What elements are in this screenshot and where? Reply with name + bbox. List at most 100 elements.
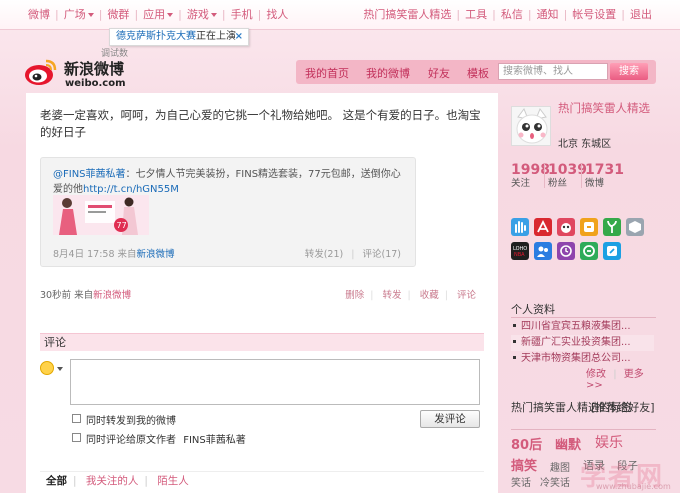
post-source-link[interactable]: 新浪微博 xyxy=(93,290,131,301)
send-comment-button[interactable]: 发评论 xyxy=(420,410,480,428)
logo-url: weibo.com xyxy=(65,78,126,89)
tab-my-home[interactable]: 我的首页 xyxy=(305,65,349,81)
recommend-to-friends-link[interactable]: [推荐给好友] xyxy=(591,401,655,414)
search-button[interactable]: 搜索 xyxy=(610,63,648,80)
repost-short-link[interactable]: http://t.cn/hGN55M xyxy=(83,184,179,195)
chevron-down-icon xyxy=(210,13,217,17)
info-item[interactable]: 四川省宜宾五粮液集团... xyxy=(511,319,654,335)
repost-text: @FINS菲茜私著：七夕情人节完美装扮，FINS精选套装，77元包邮，送倒你心爱… xyxy=(53,167,409,197)
nav-tools[interactable]: 工具 xyxy=(461,9,491,21)
weibo-label: 微博 xyxy=(585,178,605,189)
repost-thumbnail[interactable]: 77 xyxy=(53,195,149,235)
comment-textarea[interactable] xyxy=(70,359,480,405)
repost-from: 来自 xyxy=(117,249,137,260)
adobe-icon[interactable] xyxy=(534,218,552,236)
nav-account-settings[interactable]: 帐号设置 xyxy=(568,9,620,21)
repost-author-link[interactable]: @FINS菲茜私著 xyxy=(53,169,126,180)
tag-fun-pics[interactable]: 趣图 xyxy=(550,459,570,474)
tab-friends[interactable]: 好友 xyxy=(428,65,450,81)
repost-source-link[interactable]: 新浪微博 xyxy=(137,249,175,260)
comment-to-author-label: 同时评论给原文作者 FINS菲茜私著 xyxy=(86,431,246,446)
tag-80s[interactable]: 80后 xyxy=(511,434,542,453)
tag-entertainment[interactable]: 娱乐 xyxy=(595,432,623,452)
nav-weibo[interactable]: 微博 xyxy=(24,9,54,21)
nav-mobile[interactable]: 手机 xyxy=(227,9,257,21)
tag-cold-joke[interactable]: 冷笑话 xyxy=(540,474,570,489)
people-icon[interactable] xyxy=(534,242,552,260)
comment-to-author-text: 同时评论给原文作者 xyxy=(86,435,176,446)
logo-name: 新浪微博 xyxy=(64,60,125,78)
close-icon[interactable]: × xyxy=(235,29,243,45)
repost-date: 8月4日 17:58 xyxy=(53,249,115,260)
monster-icon[interactable] xyxy=(557,218,575,236)
forward-link[interactable]: 转发 xyxy=(382,290,401,301)
chevron-down-icon xyxy=(87,13,94,17)
cube-icon[interactable] xyxy=(626,218,644,236)
edit-profile-link[interactable]: 修改 xyxy=(586,369,606,380)
filter-following[interactable]: 我关注的人 xyxy=(80,475,145,487)
section-divider xyxy=(511,429,656,430)
info-item-text: 四川省宜宾五粮液集团... xyxy=(521,321,631,332)
nav-messages[interactable]: 私信 xyxy=(497,9,527,21)
repost-comment-link[interactable]: 评论(17) xyxy=(362,249,401,260)
filter-strangers[interactable]: 陌生人 xyxy=(151,475,195,487)
weibo-count[interactable]: 1731 微博 xyxy=(585,162,624,190)
profile-info-title: 个人资料 xyxy=(511,303,555,316)
post-time: 30秒前 xyxy=(40,290,72,301)
stat-divider xyxy=(544,164,545,188)
comment-to-author-checkbox[interactable] xyxy=(72,433,81,442)
comment-link[interactable]: 评论 xyxy=(457,290,476,301)
search-input[interactable]: 搜索微博、找人 xyxy=(498,63,608,80)
svg-text:NBA: NBA xyxy=(514,252,525,258)
handprint-icon[interactable] xyxy=(511,218,529,236)
post-meta: 30秒前 来自新浪微博 xyxy=(40,287,131,301)
nav-games-label: 游戏 xyxy=(186,8,209,21)
svg-text:77: 77 xyxy=(117,221,127,230)
action-divider: | xyxy=(407,290,411,301)
game-notice-link[interactable]: 德克萨斯扑克大赛 xyxy=(116,31,196,42)
clock-icon[interactable] xyxy=(557,242,575,260)
avatar[interactable] xyxy=(511,106,551,146)
nav-games[interactable]: 游戏 xyxy=(183,9,221,21)
main-content-panel: 老婆一定喜欢，呵呵，为自己心爱的它挑一个礼物给她吧。 这是个有爱的日子。也淘宝的… xyxy=(26,93,498,493)
favorite-link[interactable]: 收藏 xyxy=(420,290,439,301)
nav-username[interactable]: 热门搞笑雷人精选 xyxy=(359,9,455,21)
tab-templates[interactable]: 模板 xyxy=(467,65,489,81)
comment-section-header: 评论 xyxy=(40,333,484,351)
tag-funny[interactable]: 搞笑 xyxy=(511,455,537,474)
info-more-links: 修改 | 更多>> xyxy=(586,365,656,391)
chevron-down-icon xyxy=(167,13,174,17)
sticker-icon[interactable] xyxy=(580,218,598,236)
delete-link[interactable]: 删除 xyxy=(345,290,364,301)
repost-to-my-weibo-label: 同时转发到我的微博 xyxy=(86,416,176,427)
comment-filter-bar: 全部 | 我关注的人 | 陌生人 xyxy=(40,471,484,491)
original-author-name: FINS菲茜私著 xyxy=(183,435,246,446)
nba-icon[interactable]: LOHO NBA xyxy=(511,242,529,260)
profile-location: 北京 东城区 xyxy=(558,139,612,150)
info-item-text: 新疆广汇实业投资集团... xyxy=(521,337,631,348)
chevron-down-icon[interactable] xyxy=(57,367,63,371)
repost-forward-link[interactable]: 转发(21) xyxy=(305,249,344,260)
game-notice-tooltip: 德克萨斯扑克大赛正在上演 × xyxy=(109,28,249,46)
nav-apps[interactable]: 应用 xyxy=(139,9,177,21)
weibo-logo[interactable]: 新浪微博 weibo.com xyxy=(24,56,134,92)
nav-find-people[interactable]: 找人 xyxy=(262,9,292,21)
emoji-icon[interactable] xyxy=(40,361,54,375)
profile-name[interactable]: 热门搞笑雷人精选 xyxy=(558,101,654,115)
info-item[interactable]: 新疆广汇实业投资集团... xyxy=(511,335,654,351)
tag-humor[interactable]: 幽默 xyxy=(555,434,581,453)
nav-groups[interactable]: 微群 xyxy=(103,9,133,21)
nav-logout[interactable]: 退出 xyxy=(626,9,656,21)
filter-all[interactable]: 全部 xyxy=(40,475,73,487)
bullet-icon xyxy=(513,355,516,359)
top-navigation: 微博 | 广场 | 微群 | 应用 | 游戏 | 手机 | 找人 热门搞笑雷人精选 | 工具 |… xyxy=(0,0,680,30)
nav-notifications[interactable]: 通知 xyxy=(533,9,563,21)
plant-icon[interactable] xyxy=(603,218,621,236)
nav-plaza[interactable]: 广场 xyxy=(60,9,98,21)
tab-my-weibo[interactable]: 我的微博 xyxy=(366,65,410,81)
share-icon[interactable] xyxy=(603,242,621,260)
circle-arrow-icon[interactable] xyxy=(580,242,598,260)
tag-joke[interactable]: 笑话 xyxy=(511,474,531,489)
repost-to-my-weibo-checkbox[interactable] xyxy=(72,414,81,423)
repost-actions: 转发(21) | 评论(17) xyxy=(305,246,401,260)
